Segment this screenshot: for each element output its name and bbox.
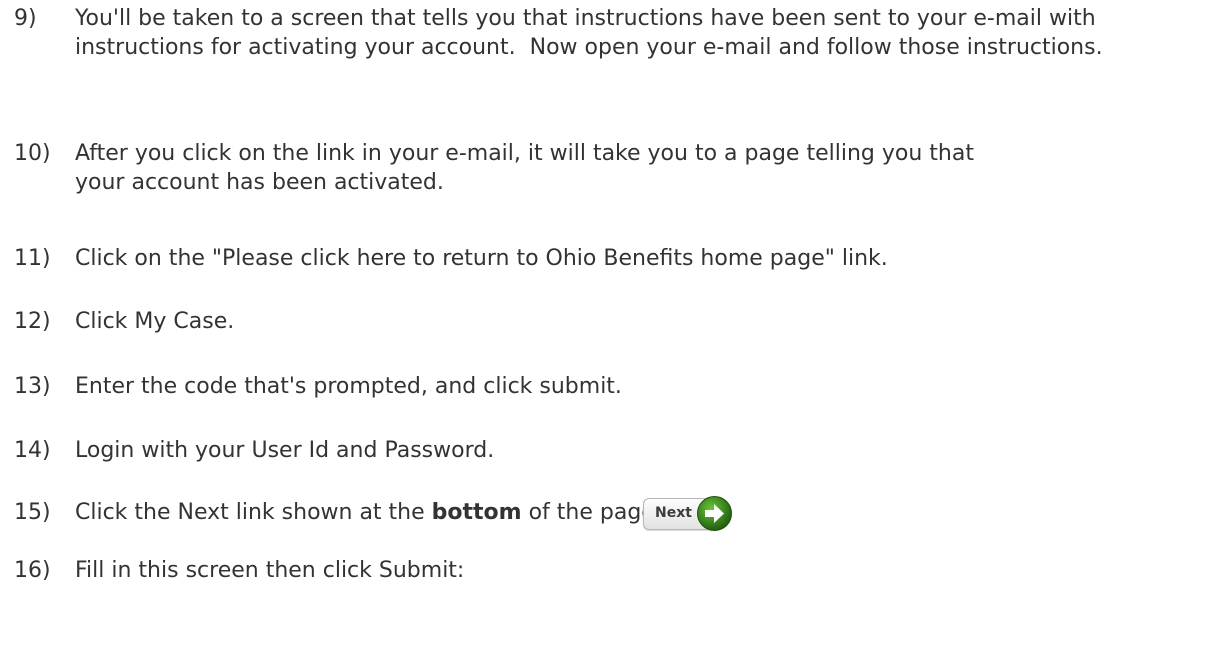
- step-text: After you click on the link in your e-ma…: [75, 141, 981, 195]
- step-9: 9) You'll be taken to a screen that tell…: [14, 4, 1204, 62]
- step-text: Enter the code that's prompted, and clic…: [75, 374, 622, 399]
- step-number: 11): [14, 246, 51, 271]
- step-number: 15): [14, 500, 51, 525]
- step-number: 16): [14, 558, 51, 583]
- step-number: 10): [14, 141, 51, 166]
- step-12: 12) Click My Case.: [14, 307, 1204, 336]
- step-13: 13) Enter the code that's prompted, and …: [14, 372, 1204, 401]
- step-text-bold: bottom: [431, 500, 522, 525]
- next-button-label: Next: [655, 505, 692, 521]
- step-text-before: Click the Next link shown at the: [75, 500, 432, 525]
- step-text: Click on the "Please click here to retur…: [75, 246, 888, 271]
- step-number: 13): [14, 374, 51, 399]
- step-text: Login with your User Id and Password.: [75, 438, 495, 463]
- step-number: 14): [14, 438, 51, 463]
- step-text: You'll be taken to a screen that tells y…: [75, 6, 1103, 60]
- green-arrow-right-icon: [697, 496, 732, 531]
- step-text: Click the Next link shown at the bottom …: [75, 498, 1204, 527]
- step-11: 11) Click on the "Please click here to r…: [14, 244, 1204, 273]
- step-15: 15) Click the Next link shown at the bot…: [14, 498, 1204, 527]
- step-16: 16) Fill in this screen then click Submi…: [14, 556, 1204, 585]
- next-button-image: Next: [643, 494, 733, 533]
- step-number: 12): [14, 309, 51, 334]
- step-number: 9): [14, 6, 37, 31]
- step-14: 14) Login with your User Id and Password…: [14, 436, 1204, 465]
- step-text: Click My Case.: [75, 309, 235, 334]
- instruction-document: 9) You'll be taken to a screen that tell…: [0, 0, 1219, 645]
- step-10: 10) After you click on the link in your …: [14, 139, 1204, 197]
- step-text-after: of the page.: [521, 500, 662, 525]
- step-text: Fill in this screen then click Submit:: [75, 558, 465, 583]
